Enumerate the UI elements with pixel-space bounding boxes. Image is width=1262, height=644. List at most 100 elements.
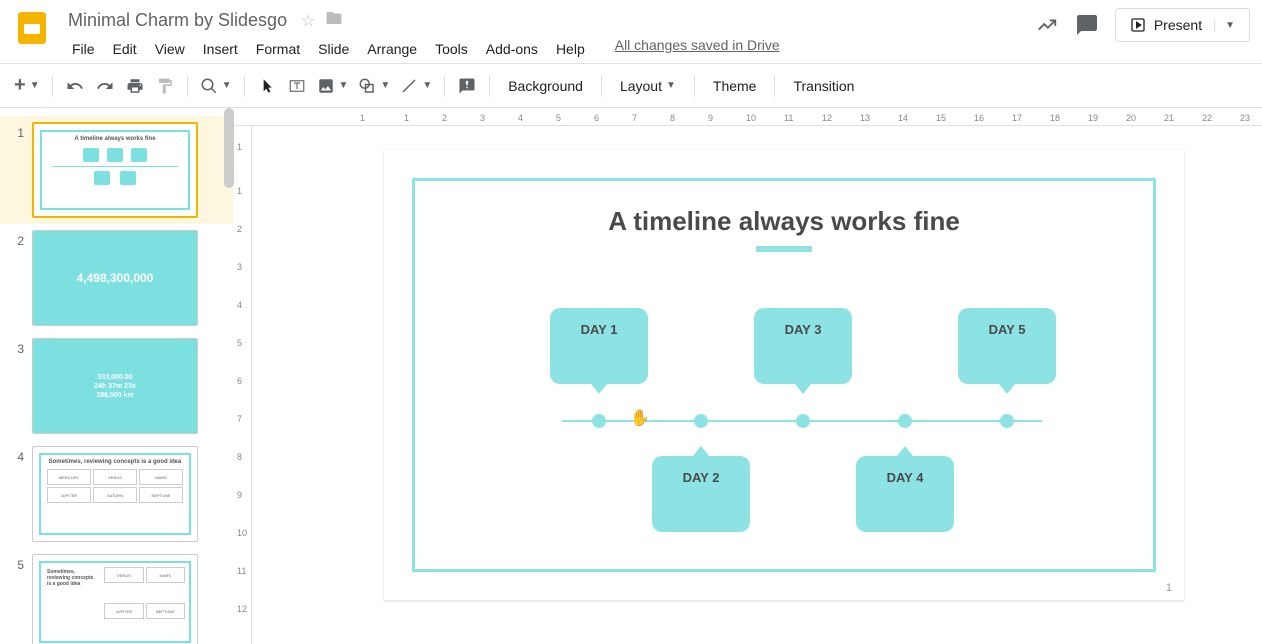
ruler-tick: 1 — [404, 113, 409, 123]
zoom-button[interactable]: ▼ — [196, 72, 236, 100]
ruler-tick: 8 — [670, 113, 675, 123]
horizontal-ruler[interactable]: 1 1 2 3 4 5 6 7 8 9 10 11 12 13 14 15 16… — [234, 108, 1262, 126]
menu-insert[interactable]: Insert — [195, 37, 246, 61]
thumbnail: 333,000.00 24h 37m 23s 386,000 km — [32, 338, 198, 434]
thumb-cell: NEPTUNE — [146, 603, 185, 619]
separator — [489, 75, 490, 97]
timeline-dot-3[interactable] — [796, 414, 810, 428]
slide-panel[interactable]: 1 A timeline always works fine 2 4,498,3… — [0, 108, 234, 644]
move-folder-icon[interactable] — [325, 9, 343, 32]
present-button[interactable]: Present ▼ — [1115, 8, 1250, 42]
menu-slide[interactable]: Slide — [310, 37, 357, 61]
present-label: Present — [1154, 17, 1202, 33]
doc-title[interactable]: Minimal Charm by Slidesgo — [64, 8, 291, 33]
canvas-wrap[interactable]: A timeline always works fine DAY 1 DAY 3… — [252, 126, 1262, 644]
thumb-cell: MERCURY — [47, 469, 91, 485]
ruler-tick: 10 — [746, 113, 756, 123]
new-slide-button[interactable]: +▼ — [10, 72, 44, 100]
thumb-cell: JUPITER — [104, 603, 143, 619]
callout-day5[interactable]: DAY 5 — [958, 308, 1056, 384]
timeline-dot-5[interactable] — [1000, 414, 1014, 428]
timeline-dot-2[interactable] — [694, 414, 708, 428]
star-icon[interactable]: ☆ — [301, 11, 315, 31]
page-number[interactable]: 1 — [1166, 582, 1172, 594]
menu-bar: File Edit View Insert Format Slide Arran… — [64, 37, 1035, 61]
thumb-bignum: 4,498,300,000 — [77, 271, 154, 285]
menu-addons[interactable]: Add-ons — [478, 37, 546, 61]
comments-icon[interactable] — [1075, 13, 1099, 37]
callout-label: DAY 2 — [683, 470, 720, 485]
ruler-tick: 7 — [632, 113, 637, 123]
hand-cursor-icon: ✋ — [630, 408, 650, 428]
transition-button[interactable]: Transition — [783, 72, 864, 100]
slide-thumb-1[interactable]: 1 A timeline always works fine — [0, 116, 233, 224]
ruler-tick: 9 — [708, 113, 713, 123]
save-status[interactable]: All changes saved in Drive — [615, 37, 780, 61]
slide-thumb-5[interactable]: 5 Sometimes, reviewing concepts is a goo… — [0, 548, 233, 644]
thumb-title: A timeline always works fine — [42, 136, 188, 142]
separator — [52, 75, 53, 97]
edit-area: 1 1 2 3 4 5 6 7 8 9 10 11 12 13 14 15 16… — [234, 108, 1262, 644]
slide-thumb-2[interactable]: 2 4,498,300,000 — [0, 224, 233, 332]
edit-body: 1 1 2 3 4 5 6 7 8 9 10 11 12 A timeline … — [234, 126, 1262, 644]
comment-button[interactable] — [453, 72, 481, 100]
menu-help[interactable]: Help — [548, 37, 593, 61]
slide-title[interactable]: A timeline always works fine — [384, 206, 1184, 237]
ruler-tick: 3 — [480, 113, 485, 123]
vertical-ruler[interactable]: 1 1 2 3 4 5 6 7 8 9 10 11 12 — [234, 126, 252, 644]
theme-button[interactable]: Theme — [703, 72, 767, 100]
explore-icon[interactable] — [1035, 13, 1059, 37]
slide-thumb-3[interactable]: 3 333,000.00 24h 37m 23s 386,000 km — [0, 332, 233, 440]
layout-button[interactable]: Layout▼ — [610, 72, 686, 100]
undo-button[interactable] — [61, 72, 89, 100]
menu-format[interactable]: Format — [248, 37, 308, 61]
callout-label: DAY 3 — [785, 322, 822, 337]
title-row: Minimal Charm by Slidesgo ☆ — [64, 8, 1035, 33]
print-button[interactable] — [121, 72, 149, 100]
sidebar-scrollbar[interactable] — [224, 108, 234, 188]
redo-button[interactable] — [91, 72, 119, 100]
separator — [187, 75, 188, 97]
ruler-tick: 6 — [237, 376, 242, 386]
slide-canvas[interactable]: A timeline always works fine DAY 1 DAY 3… — [384, 150, 1184, 600]
ruler-tick: 12 — [822, 113, 832, 123]
thumb-cell: SATURN — [93, 487, 137, 503]
ruler-tick: 18 — [1050, 113, 1060, 123]
thumb-stat: 24h 37m 23s — [94, 383, 136, 390]
thumbnail: Sometimes, reviewing concepts is a good … — [32, 554, 198, 644]
ruler-tick: 11 — [784, 113, 793, 123]
slide-thumb-4[interactable]: 4 Sometimes, reviewing concepts is a goo… — [0, 440, 233, 548]
callout-day3[interactable]: DAY 3 — [754, 308, 852, 384]
paint-format-button[interactable] — [151, 72, 179, 100]
image-button[interactable]: ▼ — [313, 72, 353, 100]
slides-logo[interactable] — [12, 8, 52, 48]
callout-day2[interactable]: DAY 2 — [652, 456, 750, 532]
callout-label: DAY 4 — [887, 470, 924, 485]
slide-number: 3 — [10, 338, 24, 356]
ruler-tick: 4 — [237, 300, 242, 310]
select-tool[interactable] — [253, 72, 281, 100]
line-button[interactable]: ▼ — [396, 72, 436, 100]
menu-view[interactable]: View — [147, 37, 193, 61]
ruler-tick: 21 — [1164, 113, 1174, 123]
title-underline-shape[interactable] — [756, 246, 812, 252]
thumb-stat: 333,000.00 — [97, 374, 132, 381]
ruler-tick: 2 — [237, 224, 242, 234]
shape-button[interactable]: ▼ — [354, 72, 394, 100]
timeline-dot-1[interactable] — [592, 414, 606, 428]
ruler-tick: 14 — [898, 113, 908, 123]
timeline-dot-4[interactable] — [898, 414, 912, 428]
separator — [774, 75, 775, 97]
menu-arrange[interactable]: Arrange — [359, 37, 425, 61]
menu-edit[interactable]: Edit — [105, 37, 145, 61]
main-area: 1 A timeline always works fine 2 4,498,3… — [0, 108, 1262, 644]
callout-day4[interactable]: DAY 4 — [856, 456, 954, 532]
background-button[interactable]: Background — [498, 72, 593, 100]
thumb-cell: MARS — [146, 567, 185, 583]
menu-tools[interactable]: Tools — [427, 37, 476, 61]
toolbar: +▼ ▼ ▼ ▼ ▼ Background Layout▼ Theme Tran… — [0, 64, 1262, 108]
callout-day1[interactable]: DAY 1 — [550, 308, 648, 384]
textbox-button[interactable] — [283, 72, 311, 100]
present-dropdown-icon[interactable]: ▼ — [1214, 20, 1235, 31]
menu-file[interactable]: File — [64, 37, 103, 61]
